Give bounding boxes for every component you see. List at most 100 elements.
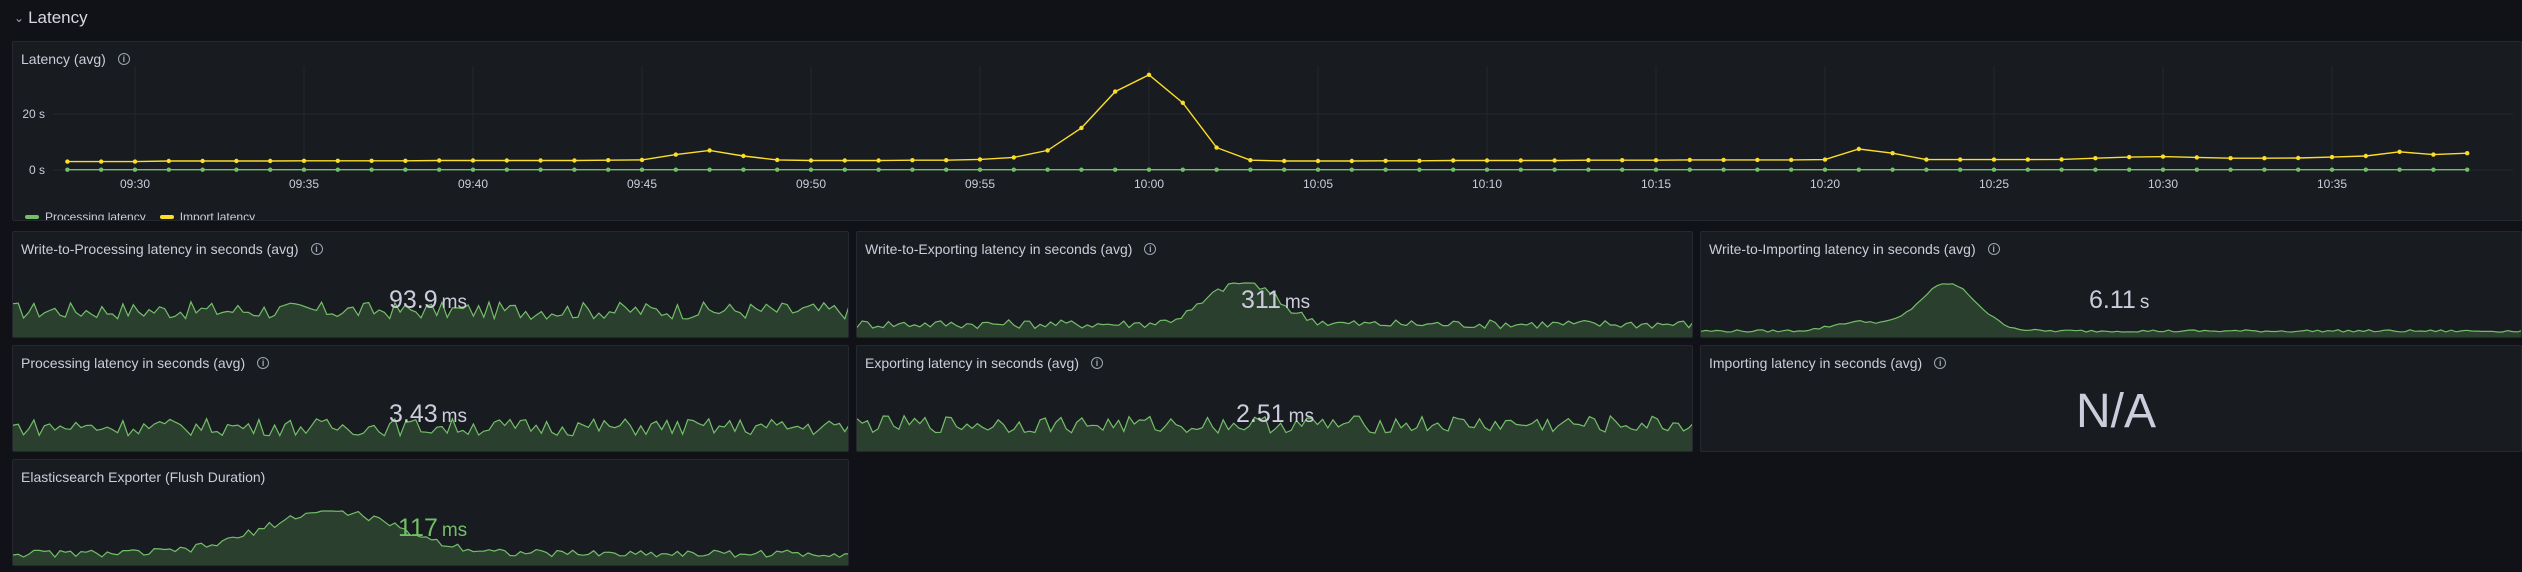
x-tick-label: 09:50 [796, 177, 826, 191]
data-point [1755, 157, 1760, 163]
stat-number: 117 [398, 514, 438, 542]
data-point [1214, 167, 1219, 172]
legend-item-import[interactable]: Import latency [159, 210, 255, 220]
x-tick-label: 10:15 [1641, 177, 1671, 191]
data-point [775, 167, 780, 172]
data-point [1079, 125, 1084, 131]
data-point [2329, 154, 2335, 160]
data-point [200, 158, 205, 164]
stat-panel-write-to-processing[interactable]: Write-to-Processing latency in seconds (… [12, 231, 849, 338]
data-point [2397, 149, 2402, 154]
data-point [1146, 167, 1152, 172]
info-icon[interactable]: i [1091, 357, 1103, 369]
panel-title: Write-to-Exporting latency in seconds (a… [865, 241, 1133, 257]
info-icon[interactable]: i [1987, 243, 2000, 255]
data-point [1789, 157, 1794, 163]
info-icon[interactable]: i [257, 357, 270, 369]
chevron-down-icon: ⌄ [14, 11, 25, 25]
data-point [234, 167, 239, 172]
data-point [1146, 72, 1152, 77]
data-point [2025, 167, 2031, 172]
panel-title: Write-to-Importing latency in seconds (a… [1709, 241, 1976, 257]
row-header-latency[interactable]: ⌄ Latency [14, 6, 88, 30]
stat-value: 93.9 ms [389, 286, 467, 315]
data-point [200, 167, 205, 172]
data-point [1924, 167, 1929, 172]
data-point [1113, 89, 1118, 94]
data-point [1924, 157, 1929, 162]
data-point [301, 167, 307, 172]
stat-unit: ms [1284, 292, 1311, 313]
data-point [2296, 155, 2301, 161]
stat-value: 117 ms [398, 514, 467, 543]
data-point [1687, 157, 1693, 163]
stat-number: 93.9 [389, 286, 438, 314]
data-point [2093, 156, 2098, 161]
data-point [538, 167, 543, 172]
data-point [301, 158, 307, 163]
data-point [2262, 156, 2267, 161]
data-point [369, 167, 374, 172]
data-point [1417, 167, 1422, 172]
data-point [1653, 167, 1659, 172]
x-tick-label: 09:30 [120, 177, 150, 191]
data-point [707, 167, 712, 172]
data-point [1755, 167, 1760, 172]
stat-value-na: N/A [2076, 385, 2157, 438]
data-point [504, 158, 509, 163]
data-point [1349, 158, 1355, 164]
data-point [1687, 167, 1693, 172]
data-point [65, 159, 70, 164]
stat-panel-write-to-importing[interactable]: Write-to-Importing latency in seconds (a… [1700, 231, 2522, 338]
data-point [741, 153, 746, 159]
data-point [2160, 167, 2166, 172]
data-point [1484, 158, 1490, 163]
info-icon[interactable]: i [1934, 357, 1947, 369]
data-point [2228, 167, 2233, 172]
x-tick-label: 10:25 [1979, 177, 2009, 191]
data-point [2194, 155, 2199, 160]
timeseries-panel-latency-avg[interactable]: Latency (avg) i 0 s 20 s 09:30 09:35 09:40 09… [12, 41, 2522, 221]
latency-chart: 0 s 20 s 09:30 09:35 09:40 09:45 09:50 09:55 10:… [22, 66, 2513, 191]
x-tick-label: 10:20 [1810, 177, 1840, 191]
stat-panel-importing[interactable]: Importing latency in seconds (avg) i N/A [1700, 345, 2522, 452]
x-tick-label: 09:35 [289, 177, 319, 191]
stat-value: 2.51 ms [1236, 400, 1314, 429]
stat-panel-elasticsearch-flush[interactable]: Elasticsearch Exporter (Flush Duration) … [12, 459, 849, 566]
data-point [2025, 157, 2031, 162]
data-point [538, 158, 543, 163]
data-point [775, 157, 780, 163]
stat-panel-exporting[interactable]: Exporting latency in seconds (avg) i 2.5… [856, 345, 1693, 452]
data-point [470, 167, 476, 172]
data-point [132, 159, 138, 164]
stat-number: 311 [1241, 286, 1281, 314]
stat-panel-processing[interactable]: Processing latency in seconds (avg) i 3.… [12, 345, 849, 452]
data-point [1653, 158, 1659, 163]
stat-unit: ms [441, 520, 468, 541]
data-point [707, 148, 712, 153]
x-tick-label: 10:05 [1303, 177, 1333, 191]
stat-panel-write-to-exporting[interactable]: Write-to-Exporting latency in seconds (a… [856, 231, 1693, 338]
series-line-import [67, 73, 2468, 163]
info-icon[interactable]: i [1144, 243, 1157, 255]
data-point [808, 167, 814, 172]
data-point [2329, 167, 2335, 172]
data-point [2093, 167, 2098, 172]
stat-value: 311 ms [1241, 286, 1310, 315]
legend-label: Processing latency [45, 210, 146, 221]
data-point [335, 167, 340, 172]
data-point [1518, 167, 1524, 172]
data-point [2228, 156, 2233, 161]
data-point [1113, 167, 1118, 172]
x-tick-label: 09:40 [458, 177, 488, 191]
panel-title: Exporting latency in seconds (avg) [865, 355, 1079, 371]
data-point [1991, 157, 1997, 162]
x-tick-label: 10:35 [2317, 177, 2347, 191]
data-point [268, 167, 273, 172]
legend-swatch [25, 215, 39, 219]
data-point [1789, 167, 1794, 172]
data-point [1417, 158, 1422, 163]
info-icon[interactable]: i [310, 243, 323, 255]
legend-item-processing[interactable]: Processing latency [25, 210, 146, 221]
data-point [1045, 148, 1050, 153]
